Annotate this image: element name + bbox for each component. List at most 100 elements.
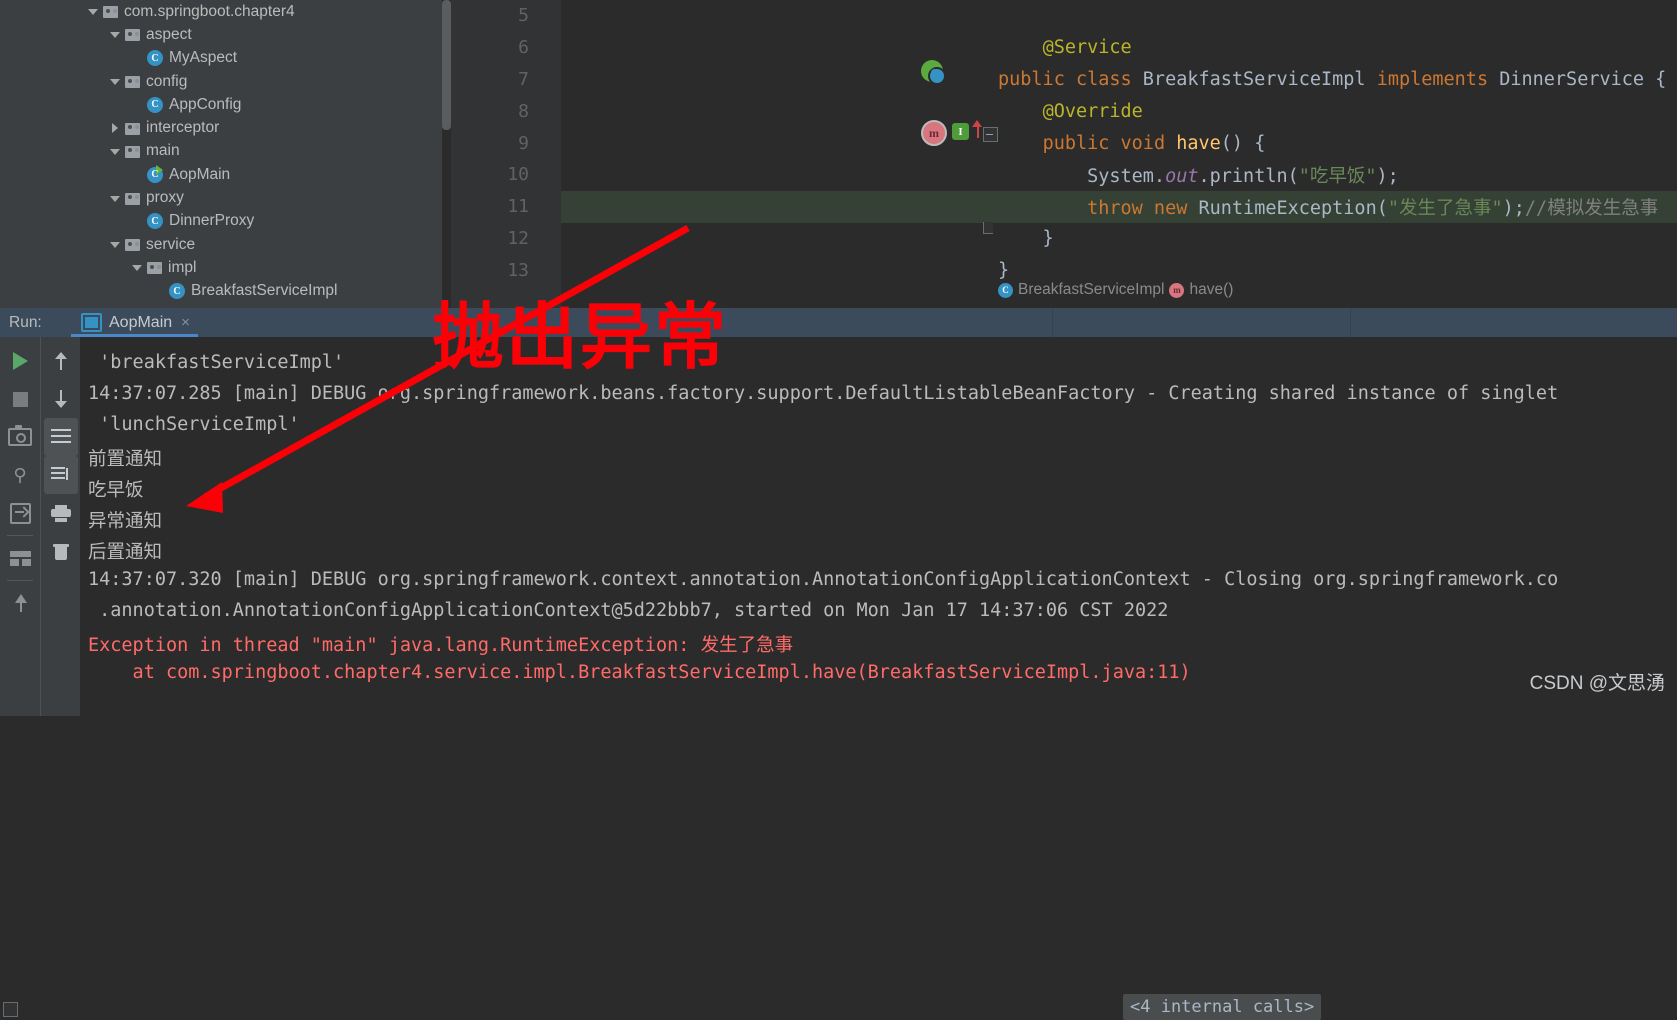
console-line: 吃早饭 bbox=[88, 480, 144, 501]
code-text: throw new RuntimeException("发生了急事");//模拟… bbox=[1087, 197, 1659, 219]
tree-item-aopmain[interactable]: AopMain bbox=[0, 163, 442, 186]
chevron-down-icon[interactable] bbox=[110, 146, 121, 157]
folder-icon bbox=[125, 75, 140, 89]
tree-item-label: com.springboot.chapter4 bbox=[124, 2, 295, 20]
code-text: System.out.println("吃早饭"); bbox=[998, 165, 1399, 187]
pin-button[interactable] bbox=[0, 584, 40, 622]
tree-item-label: interceptor bbox=[146, 119, 220, 137]
chevron-down-icon[interactable] bbox=[110, 76, 121, 87]
scroll-to-end-button[interactable] bbox=[44, 456, 78, 494]
camera-icon bbox=[8, 425, 32, 446]
folder-icon bbox=[125, 28, 140, 42]
code-line[interactable]: 12 } bbox=[442, 223, 1677, 255]
tree-item-label: MyAspect bbox=[169, 49, 238, 67]
tree-item-interceptor[interactable]: interceptor bbox=[0, 116, 442, 139]
stop-button[interactable] bbox=[0, 380, 40, 418]
code-line[interactable]: 9 public void have() { bbox=[442, 127, 1677, 159]
fold-end-icon[interactable] bbox=[983, 222, 993, 234]
arrow-down-icon bbox=[53, 389, 69, 409]
layout-icon bbox=[9, 550, 31, 566]
console-line: Exception in thread "main" java.lang.Run… bbox=[88, 635, 794, 656]
class-icon bbox=[147, 50, 163, 67]
tree-item-dinnerproxy[interactable]: DinnerProxy bbox=[0, 210, 442, 233]
breadcrumb-method[interactable]: have() bbox=[1189, 281, 1233, 299]
code-line[interactable]: 8 @Override bbox=[442, 95, 1677, 127]
breadcrumb-class[interactable]: BreakfastServiceImpl bbox=[1018, 281, 1164, 299]
chevron-right-icon[interactable] bbox=[110, 122, 121, 134]
chevron-down-icon[interactable] bbox=[110, 193, 121, 204]
tree-item-proxy[interactable]: proxy bbox=[0, 186, 442, 209]
code-lines[interactable]: 5 6 @Service 7 public class BreakfastServic… bbox=[442, 0, 1677, 308]
breadcrumb[interactable]: BreakfastServiceImpl have() bbox=[998, 281, 1233, 299]
screenshot-button[interactable] bbox=[0, 418, 40, 456]
project-tree[interactable]: com.springboot.chapter4 aspect MyAspect con… bbox=[0, 0, 442, 308]
folder-icon bbox=[125, 145, 140, 158]
console-line: at com.springboot.chapter4.service.impl.… bbox=[88, 662, 1191, 683]
tree-item-impl[interactable]: impl bbox=[0, 256, 442, 279]
line-number: 12 bbox=[507, 227, 529, 249]
code-line[interactable]: 5 bbox=[442, 0, 1677, 32]
filter-button[interactable]: ⚲ bbox=[0, 456, 40, 494]
tree-item-aspect[interactable]: aspect bbox=[0, 23, 442, 46]
no-chevron bbox=[154, 286, 165, 297]
chevron-down-icon[interactable] bbox=[132, 262, 143, 273]
internal-calls-badge[interactable]: <4 internal calls> bbox=[1123, 994, 1322, 1020]
console-output[interactable]: 'breakfastServiceImpl' 14:37:07.285 [main… bbox=[80, 337, 1677, 716]
up-button[interactable] bbox=[41, 342, 81, 380]
line-number: 6 bbox=[518, 37, 529, 59]
upper-area: com.springboot.chapter4 aspect MyAspect con… bbox=[0, 0, 1677, 308]
tree-item-myaspect[interactable]: MyAspect bbox=[0, 47, 442, 70]
run-tool-window: Run: AopMain × ⚲ 'breakfastServiceImpl' … bbox=[0, 308, 1677, 1020]
folder-icon bbox=[125, 122, 140, 135]
export-button[interactable] bbox=[0, 494, 40, 532]
rerun-button[interactable] bbox=[0, 342, 40, 380]
line-number: 10 bbox=[507, 164, 529, 186]
no-chevron bbox=[132, 99, 143, 110]
code-line[interactable]: 11 throw new RuntimeException("发生了急事");/… bbox=[442, 190, 1677, 223]
export-icon bbox=[9, 502, 31, 524]
close-icon[interactable]: × bbox=[181, 314, 190, 331]
tree-item-config[interactable]: config bbox=[0, 70, 442, 93]
chevron-down-icon[interactable] bbox=[88, 6, 99, 17]
tree-item-label: AppConfig bbox=[169, 95, 242, 113]
toolbar-divider bbox=[7, 580, 33, 581]
code-line[interactable]: 10 System.out.println("吃早饭"); bbox=[442, 159, 1677, 191]
folder-icon bbox=[125, 238, 140, 252]
chevron-down-icon[interactable] bbox=[110, 29, 121, 40]
folder-icon bbox=[147, 261, 162, 275]
class-icon bbox=[169, 283, 185, 300]
header-divider bbox=[1052, 308, 1053, 337]
implementing-method-gutter-icon[interactable] bbox=[952, 123, 969, 140]
tree-item-label: DinnerProxy bbox=[169, 212, 255, 230]
tree-item-com-springboot-chapter4[interactable]: com.springboot.chapter4 bbox=[0, 0, 442, 23]
tree-item-service[interactable]: service bbox=[0, 233, 442, 256]
method-override-gutter-icon[interactable] bbox=[921, 120, 947, 146]
pin-icon bbox=[12, 594, 28, 612]
print-icon bbox=[51, 504, 71, 522]
no-chevron bbox=[132, 53, 143, 64]
chevron-down-icon[interactable] bbox=[110, 239, 121, 250]
spring-bean-gutter-icon[interactable] bbox=[921, 60, 946, 85]
run-tab-aopmain[interactable]: AopMain × bbox=[71, 308, 198, 337]
soft-wrap-button[interactable] bbox=[44, 418, 78, 456]
class-icon bbox=[147, 213, 163, 230]
tree-item-label: impl bbox=[168, 258, 197, 276]
console-fold-icon[interactable] bbox=[3, 1002, 18, 1017]
print-button[interactable] bbox=[41, 494, 81, 532]
tree-item-main[interactable]: main bbox=[0, 140, 442, 163]
clear-all-button[interactable] bbox=[41, 532, 81, 570]
tree-item-appconfig[interactable]: AppConfig bbox=[0, 93, 442, 116]
code-text: @Service bbox=[1042, 37, 1132, 59]
line-number: 7 bbox=[518, 68, 529, 90]
tree-item-breakfastserviceimpl[interactable]: BreakfastServiceImpl bbox=[0, 280, 442, 303]
code-line[interactable]: 6 @Service bbox=[442, 32, 1677, 64]
ide-window: com.springboot.chapter4 aspect MyAspect con… bbox=[0, 0, 1677, 1020]
code-editor[interactable]: 5 6 @Service 7 public class BreakfastServic… bbox=[442, 0, 1677, 308]
csdn-watermark: CSDN @文思湧 bbox=[1529, 673, 1665, 694]
layout-button[interactable] bbox=[0, 539, 40, 577]
console-line: 14:37:07.285 [main] DEBUG org.springfram… bbox=[88, 383, 1559, 404]
down-button[interactable] bbox=[41, 380, 81, 418]
code-line[interactable]: 7 public class BreakfastServiceImpl imple… bbox=[442, 64, 1677, 96]
folder-icon bbox=[103, 5, 118, 19]
fold-expanded-icon[interactable] bbox=[983, 127, 998, 142]
